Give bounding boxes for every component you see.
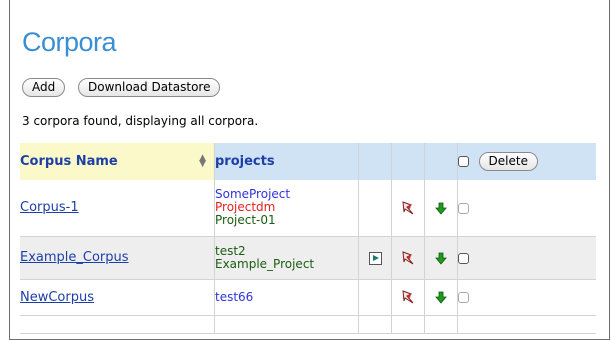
projects-cell: SomeProject Projectdm Project-01 xyxy=(214,180,359,236)
download-datastore-button[interactable]: Download Datastore xyxy=(78,78,221,97)
download-cell xyxy=(424,279,458,315)
column-header-label: Corpus Name xyxy=(20,154,118,169)
results-summary: 3 corpora found, displaying all corpora. xyxy=(22,114,259,128)
column-header-label: projects xyxy=(215,154,275,169)
column-header-select: Delete xyxy=(458,143,597,180)
table-header-row: Corpus Name ▲ ▼ projects Delete xyxy=(20,143,596,180)
download-cell xyxy=(424,180,458,236)
edit-pin-icon[interactable] xyxy=(401,200,415,216)
select-cell xyxy=(458,236,597,279)
empty-cell xyxy=(424,315,458,333)
corpus-name-cell: Example_Corpus xyxy=(20,236,215,279)
table-row: Corpus-1 SomeProject Projectdm Project-0… xyxy=(20,180,596,236)
green-down-arrow-icon[interactable] xyxy=(435,252,447,265)
column-header-download xyxy=(424,143,458,180)
sort-arrows-icon[interactable]: ▲ ▼ xyxy=(199,154,206,169)
projects-cell: test2 Example_Project xyxy=(214,236,359,279)
corpus-link[interactable]: NewCorpus xyxy=(20,290,94,305)
corpus-link[interactable]: Example_Corpus xyxy=(20,250,129,265)
delete-button[interactable]: Delete xyxy=(478,152,538,171)
empty-cell xyxy=(214,315,359,333)
play-icon[interactable] xyxy=(368,251,382,265)
empty-row xyxy=(20,315,596,333)
corpus-name-cell: NewCorpus xyxy=(20,279,215,315)
empty-cell xyxy=(20,315,215,333)
table-row: NewCorpus test66 xyxy=(20,279,596,315)
add-button[interactable]: Add xyxy=(22,78,66,97)
project-label: test2 xyxy=(215,243,246,258)
select-cell xyxy=(458,279,597,315)
play-cell xyxy=(358,279,392,315)
play-cell xyxy=(358,180,392,236)
column-header-play xyxy=(358,143,392,180)
select-all-checkbox[interactable] xyxy=(458,156,469,167)
row-select-checkbox[interactable] xyxy=(458,252,469,264)
corpus-link[interactable]: Corpus-1 xyxy=(20,200,79,215)
empty-cell xyxy=(358,315,392,333)
table-row: Example_Corpus test2 Example_Project xyxy=(20,236,596,279)
row-select-checkbox[interactable] xyxy=(458,202,469,214)
download-cell xyxy=(424,236,458,279)
corpus-name-cell: Corpus-1 xyxy=(20,180,215,236)
select-cell xyxy=(458,180,597,236)
project-label: Example_Project xyxy=(215,256,315,271)
empty-cell xyxy=(391,315,425,333)
column-header-projects: projects xyxy=(214,143,359,180)
column-header-edit xyxy=(391,143,425,180)
green-down-arrow-icon[interactable] xyxy=(435,202,447,215)
corpora-table: Corpus Name ▲ ▼ projects Delete Corpus-1 … xyxy=(20,143,596,334)
edit-cell xyxy=(391,180,425,236)
column-header-corpus-name[interactable]: Corpus Name ▲ ▼ xyxy=(20,143,215,180)
projects-cell: test66 xyxy=(214,279,359,315)
play-cell xyxy=(358,236,392,279)
edit-pin-icon[interactable] xyxy=(401,289,415,305)
edit-pin-icon[interactable] xyxy=(401,250,415,266)
project-label: Project-01 xyxy=(215,213,276,228)
page-title: Corpora xyxy=(22,27,117,57)
edit-cell xyxy=(391,279,425,315)
row-select-checkbox[interactable] xyxy=(458,292,469,303)
project-label: test66 xyxy=(215,289,254,304)
green-down-arrow-icon[interactable] xyxy=(435,291,447,304)
empty-cell xyxy=(458,315,597,333)
edit-cell xyxy=(391,236,425,279)
